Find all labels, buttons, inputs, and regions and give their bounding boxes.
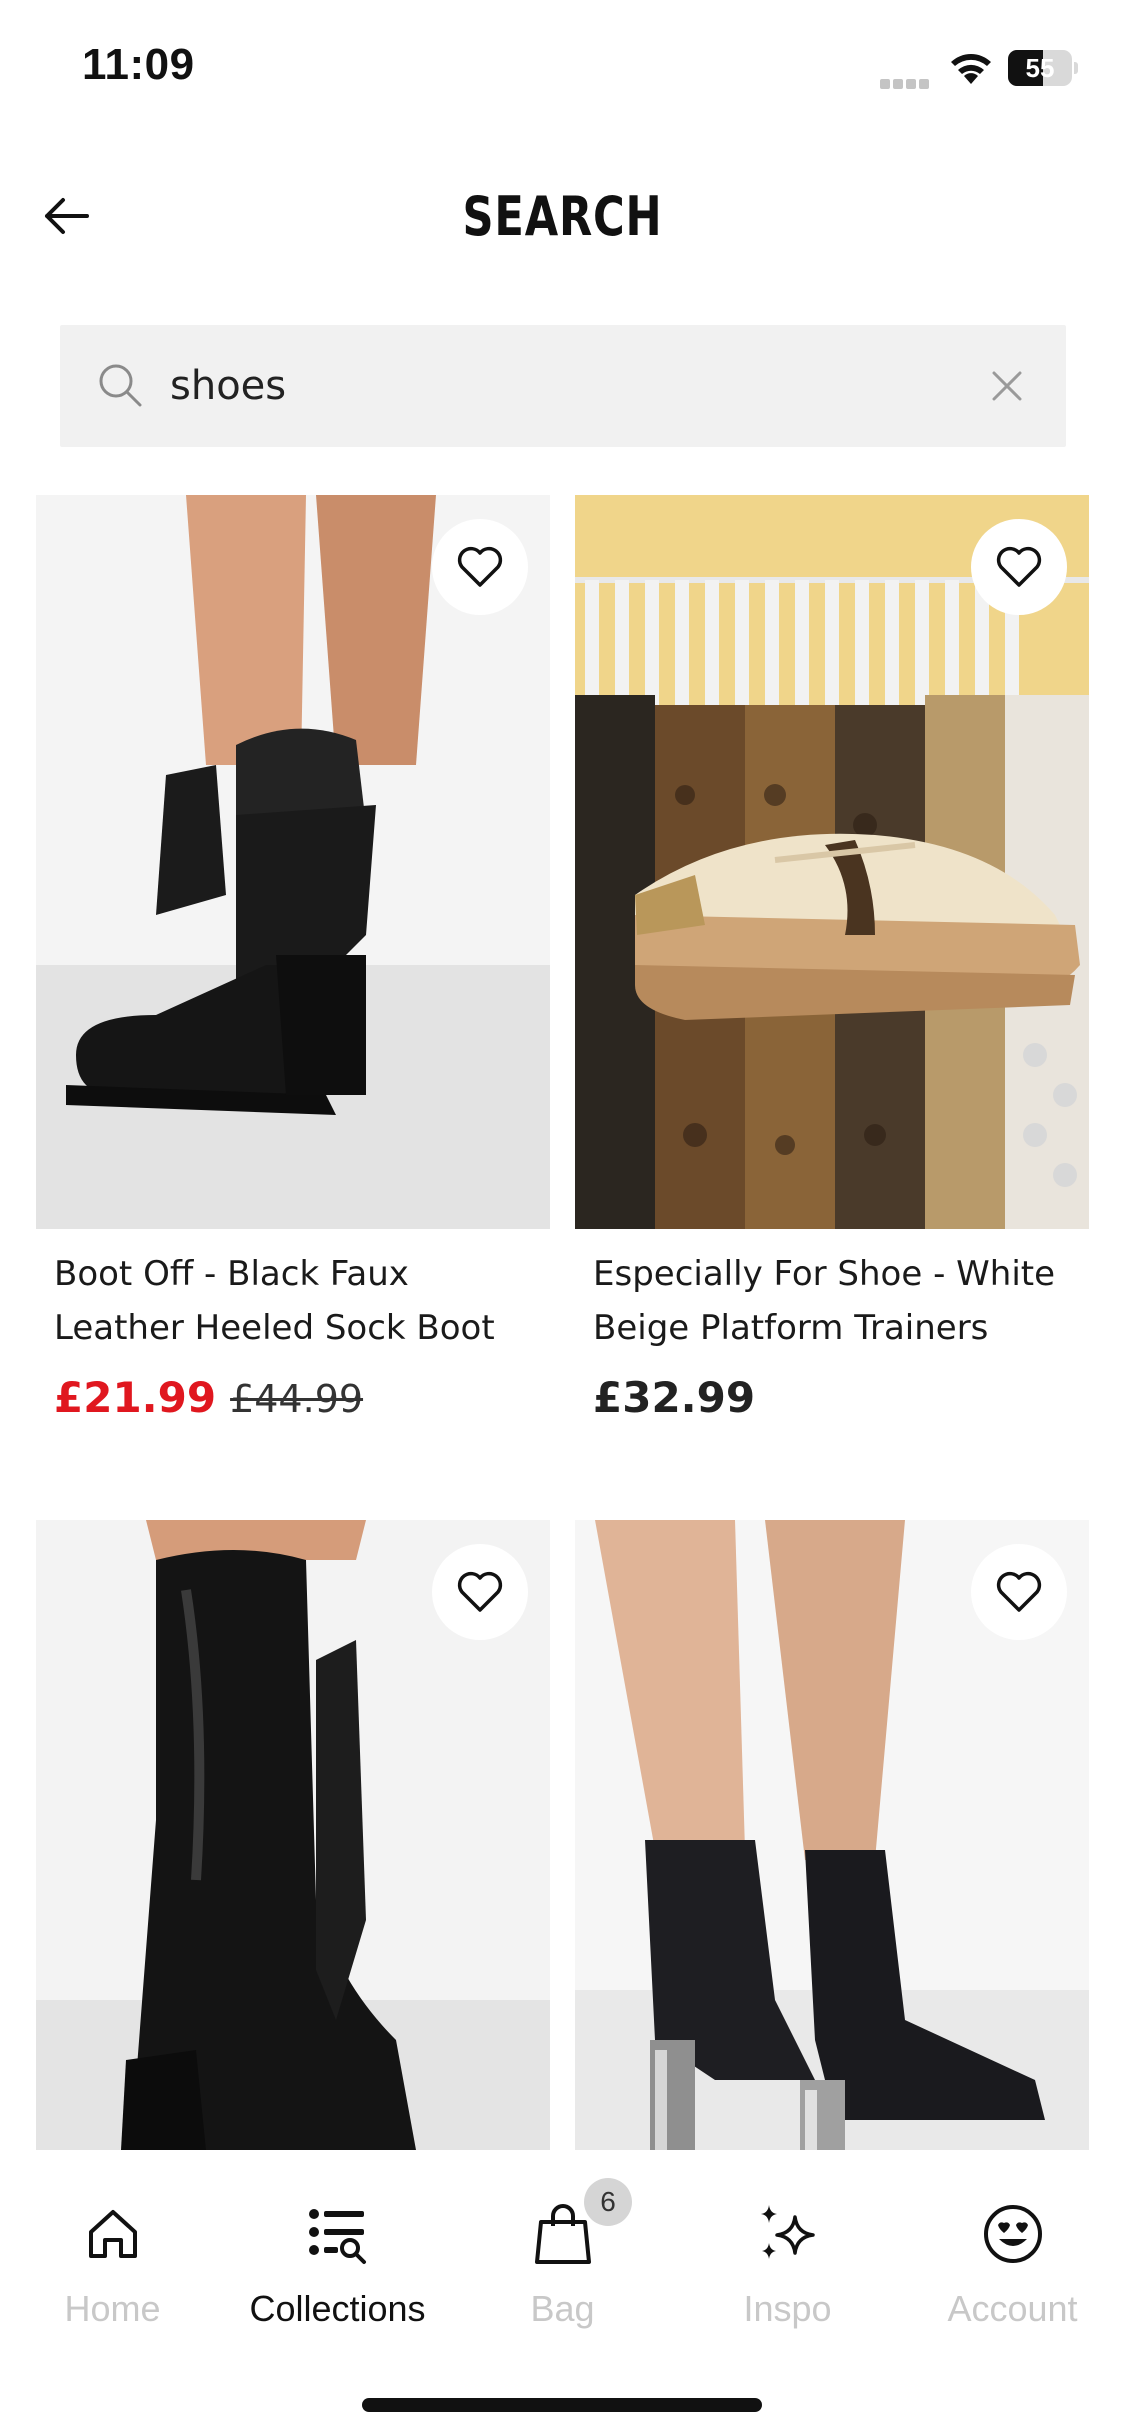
product-card[interactable]: Especially For Shoe - White Beige Platfo… (575, 495, 1089, 1422)
nav-label: Collections (249, 2288, 426, 2329)
smiley-icon (983, 2205, 1042, 2263)
product-name[interactable]: Boot Off - Black Faux Leather Heeled Soc… (36, 1247, 550, 1355)
heart-icon (457, 546, 503, 587)
price-row: £21.99 £44.99 (36, 1373, 550, 1422)
nav-item-bag[interactable]: 6 Bag (450, 2178, 675, 2330)
collections-icon (308, 2209, 366, 2264)
product-card[interactable]: Boot Off - Black Faux Leather Heeled Soc… (36, 495, 550, 1422)
nav-label: Inspo (743, 2288, 832, 2329)
original-price: £44.99 (230, 1377, 364, 1421)
product-card[interactable] (36, 1520, 550, 2150)
status-time: 11:09 (82, 40, 195, 89)
bag-icon (534, 2204, 591, 2264)
wifi-icon (951, 54, 991, 84)
product-image[interactable] (36, 1520, 550, 2150)
close-icon (992, 371, 1022, 401)
product-image[interactable] (575, 495, 1089, 1229)
price-row: £32.99 (575, 1373, 1089, 1422)
bottom-navigation: Home Collections 6 Bag Inspo Account (0, 2154, 1125, 2436)
nav-item-account[interactable]: Account (900, 2194, 1125, 2330)
favorite-button[interactable] (971, 1544, 1067, 1640)
clear-search-button[interactable] (982, 361, 1032, 411)
bag-count-badge: 6 (584, 2178, 632, 2226)
arrow-left-icon (45, 198, 89, 234)
sparkles-icon (760, 2205, 815, 2259)
search-bar (60, 325, 1066, 447)
cellular-signal-icon (880, 74, 932, 89)
nav-item-collections[interactable]: Collections (225, 2194, 450, 2330)
page-title: SEARCH (462, 185, 663, 248)
heart-icon (996, 546, 1042, 587)
favorite-button[interactable] (432, 1544, 528, 1640)
search-input[interactable] (170, 351, 930, 421)
favorite-button[interactable] (971, 519, 1067, 615)
home-icon (88, 2210, 137, 2258)
magnifier-icon (99, 364, 142, 407)
heart-icon (996, 1571, 1042, 1612)
sale-price: £21.99 (54, 1373, 217, 1422)
nav-label: Bag (530, 2288, 595, 2329)
product-image[interactable] (36, 495, 550, 1229)
nav-item-home[interactable]: Home (0, 2194, 225, 2330)
nav-label: Home (64, 2288, 161, 2329)
battery-level: 55 (1025, 53, 1055, 83)
nav-label: Account (947, 2288, 1078, 2329)
product-name[interactable]: Especially For Shoe - White Beige Platfo… (575, 1247, 1089, 1355)
product-image[interactable] (575, 1520, 1089, 2150)
heart-icon (457, 1571, 503, 1612)
home-indicator (362, 2398, 762, 2412)
nav-item-inspo[interactable]: Inspo (675, 2194, 900, 2330)
favorite-button[interactable] (432, 519, 528, 615)
battery-icon: 55 (1008, 50, 1078, 86)
price: £32.99 (593, 1373, 756, 1422)
product-card[interactable] (575, 1520, 1089, 2150)
back-button[interactable] (30, 180, 102, 252)
